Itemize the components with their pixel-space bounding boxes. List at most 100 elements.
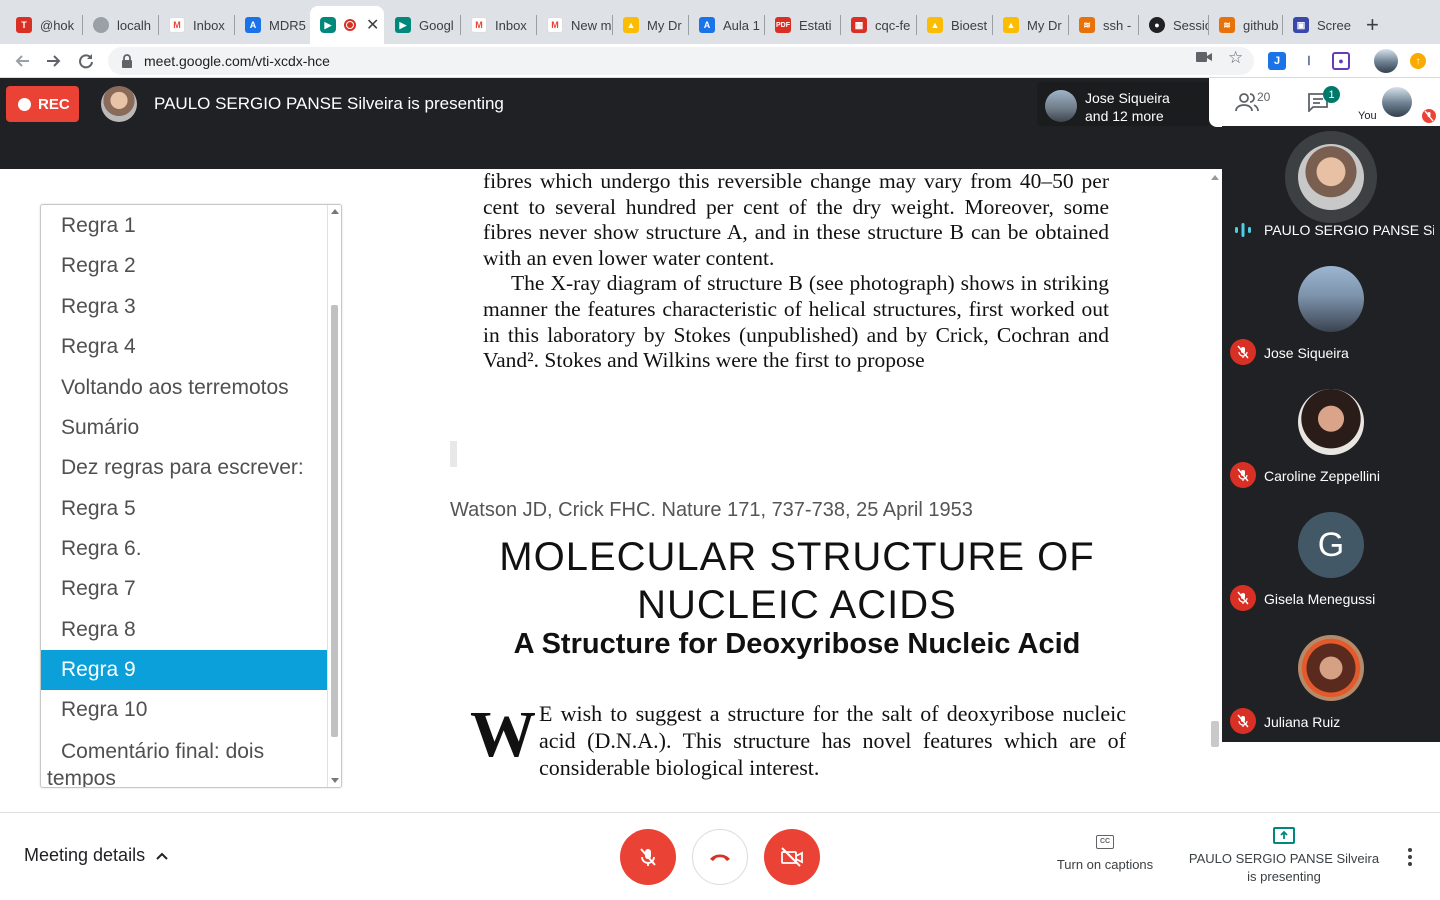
profile-avatar[interactable] <box>1374 49 1398 73</box>
screencast-icon: ▣ <box>1293 17 1309 33</box>
paper-subtitle: A Structure for Deoxyribose Nucleic Acid <box>513 628 1081 660</box>
browser-tab[interactable]: PDF Estati <box>765 6 841 44</box>
browser-tab[interactable]: ● Sessio <box>1139 6 1209 44</box>
captions-button[interactable]: CC Turn on captions <box>1045 835 1165 872</box>
participant-tile[interactable]: Caroline Zeppellini <box>1222 372 1440 495</box>
more-options-icon[interactable] <box>1400 847 1420 867</box>
scroll-up-icon[interactable] <box>1211 175 1219 180</box>
present-screen-icon <box>1273 827 1295 844</box>
browser-tab[interactable]: ≋ ssh - <box>1069 6 1139 44</box>
paper-abstract: E wish to suggest a structure for the sa… <box>539 701 1126 780</box>
extension-screencast-icon[interactable]: ● <box>1332 52 1350 70</box>
gmail-icon: M <box>547 17 563 33</box>
browser-tab[interactable]: ≋ github <box>1209 6 1283 44</box>
scrollbar-thumb[interactable] <box>331 305 338 737</box>
slide-list-item[interactable]: Regra 2 <box>41 246 328 286</box>
other-participants-chip[interactable]: Jose Siqueira and 12 more <box>1037 82 1209 126</box>
scan-artifact <box>450 441 457 467</box>
mic-toggle-button[interactable] <box>620 829 676 885</box>
participant-tile[interactable]: Juliana Ruiz <box>1222 618 1440 741</box>
stack-icon: ≋ <box>1219 17 1235 33</box>
browser-tab[interactable]: M Inbox <box>461 6 537 44</box>
mic-off-icon <box>1230 339 1256 365</box>
browser-tab[interactable]: A MDR5 <box>235 6 311 44</box>
browser-tab[interactable]: M Inbox <box>159 6 235 44</box>
recording-badge[interactable]: REC <box>6 86 79 122</box>
extension-j-icon[interactable]: J <box>1268 52 1286 70</box>
speaking-indicator-icon <box>1235 223 1251 237</box>
new-tab-button[interactable]: + <box>1366 12 1379 38</box>
slide-list-item[interactable]: Regra 8 <box>41 610 328 650</box>
forward-button[interactable] <box>42 49 66 73</box>
scrollbar-thumb[interactable] <box>1211 721 1219 747</box>
scan-edge <box>483 422 1109 434</box>
participant-name: Juliana Ruiz <box>1264 714 1341 730</box>
slide-list-item[interactable]: Regra 4 <box>41 327 328 367</box>
reload-icon <box>79 54 93 69</box>
slide-list-item[interactable]: Regra 3 <box>41 287 328 327</box>
extension-translate-icon[interactable]: ꘡ <box>1300 52 1318 70</box>
camera-off-icon <box>781 847 803 867</box>
back-button[interactable] <box>10 49 34 73</box>
participant-tile[interactable]: Jose Siqueira <box>1222 249 1440 372</box>
slide-list-item[interactable]: Dez regras para escrever: <box>41 448 328 488</box>
browser-tab[interactable]: T @hok <box>6 6 82 44</box>
browser-tab[interactable]: ▣ Scree <box>1283 6 1355 44</box>
browser-tab[interactable]: ▲ My Dr <box>993 6 1069 44</box>
people-icon[interactable] <box>1235 92 1259 112</box>
slide-list-item-selected[interactable]: Regra 9 <box>41 650 328 690</box>
tab-favicon: T <box>16 17 32 33</box>
scroll-down-icon[interactable] <box>331 778 339 783</box>
browser-tab[interactable]: ▲ My Dr <box>613 6 689 44</box>
chat-unread-badge: 1 <box>1323 86 1340 103</box>
address-bar[interactable]: meet.google.com/vti-xcdx-hce <box>108 47 1254 75</box>
close-tab-icon[interactable]: ✕ <box>366 15 379 35</box>
scan-paragraph: fibres which undergo this reversible cha… <box>483 169 1109 270</box>
bookmark-star-icon[interactable]: ☆ <box>1228 48 1243 68</box>
meet-control-bar: Meeting details CC Turn on captions PAUL… <box>0 812 1440 900</box>
reload-button[interactable] <box>74 49 98 73</box>
you-label: You <box>1358 110 1377 122</box>
presentation-status-button[interactable]: PAULO SERGIO PANSE Silveira is presentin… <box>1184 827 1384 886</box>
scroll-up-icon[interactable] <box>331 209 339 214</box>
camera-indicator-icon[interactable] <box>1196 50 1212 67</box>
slide-list-item[interactable]: Comentário final: dois tempos <box>41 738 311 787</box>
camera-toggle-button[interactable] <box>764 829 820 885</box>
slide-list-item[interactable]: Regra 7 <box>41 569 328 609</box>
slide-list-item[interactable]: Regra 1 <box>41 206 328 246</box>
leave-call-button[interactable] <box>692 829 748 885</box>
slide-navigation-list[interactable]: Regra 1 Regra 2 Regra 3 Regra 4 Voltando… <box>40 204 342 788</box>
drive-icon: ▲ <box>1003 17 1019 33</box>
browser-tab[interactable]: ▲ Bioest <box>917 6 993 44</box>
browser-tab[interactable]: M New m <box>537 6 613 44</box>
browser-tab[interactable]: ▶ Googl <box>385 6 461 44</box>
stage-scrollbar[interactable] <box>1208 169 1222 812</box>
slide-list-scrollbar[interactable] <box>327 205 341 787</box>
participant-tile[interactable]: PAULO SERGIO PANSE Sil... <box>1222 126 1440 249</box>
participant-name: Caroline Zeppellini <box>1264 468 1380 484</box>
update-icon[interactable]: ↑ <box>1410 53 1426 69</box>
avatar <box>1298 389 1364 455</box>
meeting-details-button[interactable]: Meeting details <box>24 845 169 866</box>
gmail-icon: M <box>169 17 185 33</box>
slide-list-item[interactable]: Regra 5 <box>41 489 328 529</box>
presenter-avatar <box>101 86 137 122</box>
mic-off-icon <box>1230 585 1256 611</box>
arrow-right-icon <box>47 55 61 67</box>
slide-list-item[interactable]: Regra 10 <box>41 690 328 730</box>
slide-list-item[interactable]: Regra 6. <box>41 529 328 569</box>
browser-tab[interactable]: localh <box>83 6 159 44</box>
lock-icon <box>122 54 132 68</box>
browser-tab[interactable]: ▦ cqc-fe <box>841 6 917 44</box>
browser-tab[interactable]: A Aula 1 <box>689 6 765 44</box>
gmail-icon: M <box>471 17 487 33</box>
participant-tile[interactable]: G Gisela Menegussi <box>1222 495 1440 618</box>
record-dot-icon <box>18 97 31 111</box>
self-avatar[interactable] <box>1382 87 1412 117</box>
stack-icon: ≋ <box>1079 17 1095 33</box>
mic-off-icon <box>1230 462 1256 488</box>
slide-list-item[interactable]: Voltando aos terremotos <box>41 368 328 408</box>
slide-list-item[interactable]: Sumário <box>41 408 328 448</box>
browser-tab-active[interactable]: ▶ ✕ <box>310 6 384 44</box>
avatar <box>1298 635 1364 701</box>
